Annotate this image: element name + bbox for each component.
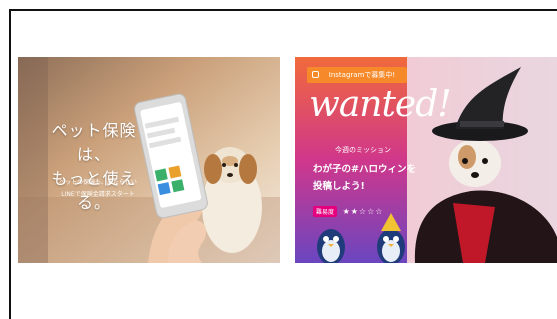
subtitle-line-2: LINEで保険金請求スタート <box>61 191 135 198</box>
pet-insurance-subtitle: ペットの保険も、あたらしい LINEで保険金請求スタート <box>43 177 153 201</box>
instagram-icon <box>312 71 319 78</box>
halloween-campaign-banner[interactable]: Instagramで募集中! wanted! 今週のミッション わが子の#ハロウ… <box>295 57 557 263</box>
title-line-1: ペット保険は、 <box>51 121 137 164</box>
mission-text: わが子の#ハロウィンを 投稿しよう! <box>313 161 423 195</box>
pet-insurance-banner[interactable]: ペット保険は、 もっと使える。 ペットの保険も、あたらしい LINEで保険金請求… <box>18 57 280 263</box>
wanted-headline: wanted! <box>309 84 452 125</box>
mission-line-2: 投稿しよう! <box>313 181 365 192</box>
difficulty-badge: 難易度 <box>313 206 338 217</box>
difficulty-stars: ★★☆☆☆ <box>342 207 384 216</box>
difficulty-rating: 難易度 ★★☆☆☆ <box>313 206 383 217</box>
subtitle-line-1: ペットの保険も、あたらしい <box>59 179 137 186</box>
mission-label: 今週のミッション <box>335 146 391 154</box>
instagram-recruiting-bar: Instagramで募集中! <box>307 67 407 83</box>
dog-photo <box>202 147 262 253</box>
mission-line-1: わが子の#ハロウィンを <box>313 164 416 175</box>
instagram-label: Instagramで募集中! <box>328 71 396 79</box>
